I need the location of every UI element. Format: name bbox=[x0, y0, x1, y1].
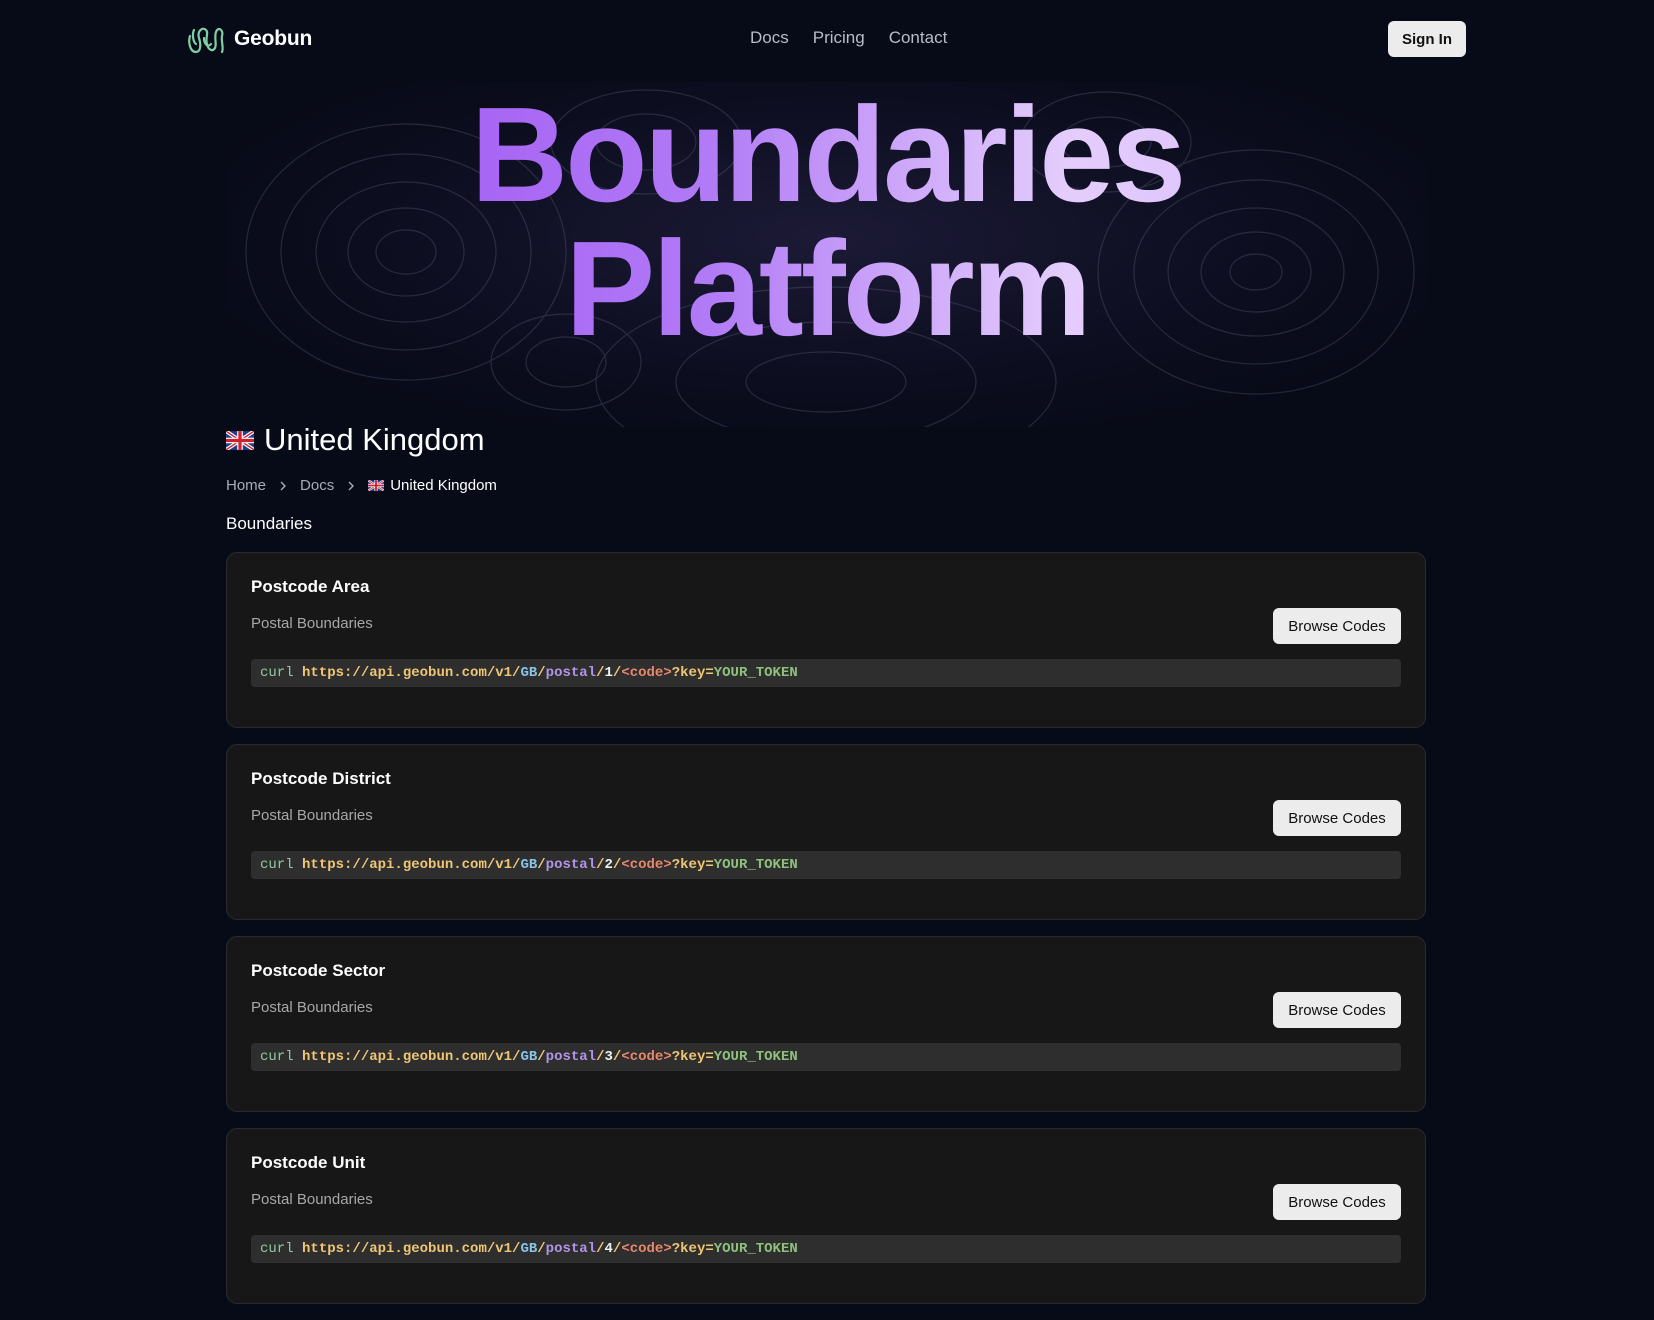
breadcrumb-docs[interactable]: Docs bbox=[300, 477, 334, 494]
card-subtitle: Postal Boundaries bbox=[251, 999, 373, 1016]
uk-flag-icon bbox=[226, 430, 254, 450]
code-command: curl bbox=[260, 1049, 294, 1065]
boundary-card: Postcode District Postal Boundaries Brow… bbox=[226, 744, 1426, 920]
country-heading: United Kingdom bbox=[226, 422, 485, 458]
code-level: 4 bbox=[604, 1241, 613, 1257]
code-command: curl bbox=[260, 665, 294, 681]
code-separator: / bbox=[596, 1241, 605, 1257]
code-country: GB bbox=[520, 1241, 538, 1257]
code-country: GB bbox=[520, 1049, 538, 1065]
browse-codes-button[interactable]: Browse Codes bbox=[1273, 800, 1401, 836]
nav-links: Docs Pricing Contact bbox=[750, 28, 947, 48]
card-title: Postcode Area bbox=[251, 577, 370, 596]
browse-codes-button[interactable]: Browse Codes bbox=[1273, 608, 1401, 644]
code-type: postal bbox=[545, 857, 597, 873]
code-placeholder: <code> bbox=[621, 665, 672, 681]
curl-code-snippet[interactable]: curl https://api.geobun.com/v1/GB/postal… bbox=[251, 659, 1401, 687]
card-subtitle: Postal Boundaries bbox=[251, 1191, 373, 1208]
geobun-logo-icon bbox=[188, 27, 224, 54]
hero-section: Boundaries Platform bbox=[226, 82, 1428, 427]
code-separator: / bbox=[537, 1241, 546, 1257]
code-command: curl bbox=[260, 857, 294, 873]
card-title: Postcode District bbox=[251, 769, 391, 788]
code-command: curl bbox=[260, 1241, 294, 1257]
curl-code-snippet[interactable]: curl https://api.geobun.com/v1/GB/postal… bbox=[251, 1235, 1401, 1263]
code-separator: / bbox=[596, 1049, 605, 1065]
code-placeholder: <code> bbox=[621, 1049, 672, 1065]
code-base-url: https://api.geobun.com/v1/ bbox=[302, 857, 521, 873]
code-token: YOUR_TOKEN bbox=[713, 665, 798, 681]
nav-link-docs[interactable]: Docs bbox=[750, 28, 789, 48]
code-country: GB bbox=[520, 665, 538, 681]
section-label: Boundaries bbox=[226, 514, 313, 533]
brand-logo-link[interactable]: Geobun bbox=[186, 22, 312, 56]
breadcrumb-home[interactable]: Home bbox=[226, 477, 266, 494]
code-query: ?key= bbox=[671, 1241, 714, 1257]
code-separator: / bbox=[537, 857, 546, 873]
boundary-card: Postcode Unit Postal Boundaries Browse C… bbox=[226, 1128, 1426, 1304]
code-level: 2 bbox=[604, 857, 613, 873]
nav-link-contact[interactable]: Contact bbox=[889, 28, 948, 48]
chevron-right-icon bbox=[348, 481, 355, 490]
boundary-card: Postcode Area Postal Boundaries Browse C… bbox=[226, 552, 1426, 728]
boundary-card: Postcode Sector Postal Boundaries Browse… bbox=[226, 936, 1426, 1112]
code-placeholder: <code> bbox=[621, 857, 672, 873]
curl-code-snippet[interactable]: curl https://api.geobun.com/v1/GB/postal… bbox=[251, 1043, 1401, 1071]
code-country: GB bbox=[520, 857, 538, 873]
code-level: 3 bbox=[604, 1049, 613, 1065]
breadcrumb-current: United Kingdom bbox=[368, 477, 497, 494]
code-separator: / bbox=[537, 665, 546, 681]
breadcrumb-current-label: United Kingdom bbox=[390, 477, 497, 494]
browse-codes-button[interactable]: Browse Codes bbox=[1273, 1184, 1401, 1220]
card-subtitle: Postal Boundaries bbox=[251, 615, 373, 632]
brand-name: Geobun bbox=[234, 27, 313, 50]
boundary-cards-list: Postcode Area Postal Boundaries Browse C… bbox=[226, 552, 1426, 1320]
card-subtitle: Postal Boundaries bbox=[251, 807, 373, 824]
curl-code-snippet[interactable]: curl https://api.geobun.com/v1/GB/postal… bbox=[251, 851, 1401, 879]
browse-codes-button[interactable]: Browse Codes bbox=[1273, 992, 1401, 1028]
code-token: YOUR_TOKEN bbox=[713, 1241, 798, 1257]
code-query: ?key= bbox=[671, 665, 714, 681]
code-type: postal bbox=[545, 665, 597, 681]
country-name: United Kingdom bbox=[264, 422, 485, 457]
code-level: 1 bbox=[604, 665, 613, 681]
hero-title: Boundaries Platform bbox=[226, 88, 1428, 356]
nav-link-pricing[interactable]: Pricing bbox=[813, 28, 865, 48]
code-query: ?key= bbox=[671, 857, 714, 873]
code-separator: / bbox=[537, 1049, 546, 1065]
card-title: Postcode Sector bbox=[251, 961, 386, 980]
uk-flag-icon bbox=[368, 480, 385, 491]
breadcrumb: Home Docs United Kingdom bbox=[226, 477, 497, 494]
chevron-right-icon bbox=[280, 481, 287, 490]
code-type: postal bbox=[545, 1241, 597, 1257]
code-base-url: https://api.geobun.com/v1/ bbox=[302, 665, 521, 681]
code-placeholder: <code> bbox=[621, 1241, 672, 1257]
code-base-url: https://api.geobun.com/v1/ bbox=[302, 1241, 521, 1257]
hero-title-line-2: Platform bbox=[565, 213, 1089, 364]
code-separator: / bbox=[596, 665, 605, 681]
code-query: ?key= bbox=[671, 1049, 714, 1065]
card-title: Postcode Unit bbox=[251, 1153, 366, 1172]
code-base-url: https://api.geobun.com/v1/ bbox=[302, 1049, 521, 1065]
code-token: YOUR_TOKEN bbox=[713, 857, 798, 873]
code-separator: / bbox=[596, 857, 605, 873]
code-type: postal bbox=[545, 1049, 597, 1065]
hero-title-line-1: Boundaries bbox=[470, 82, 1184, 230]
sign-in-button[interactable]: Sign In bbox=[1388, 21, 1466, 57]
top-nav: Geobun Docs Pricing Contact Sign In bbox=[0, 0, 1654, 78]
code-token: YOUR_TOKEN bbox=[713, 1049, 798, 1065]
